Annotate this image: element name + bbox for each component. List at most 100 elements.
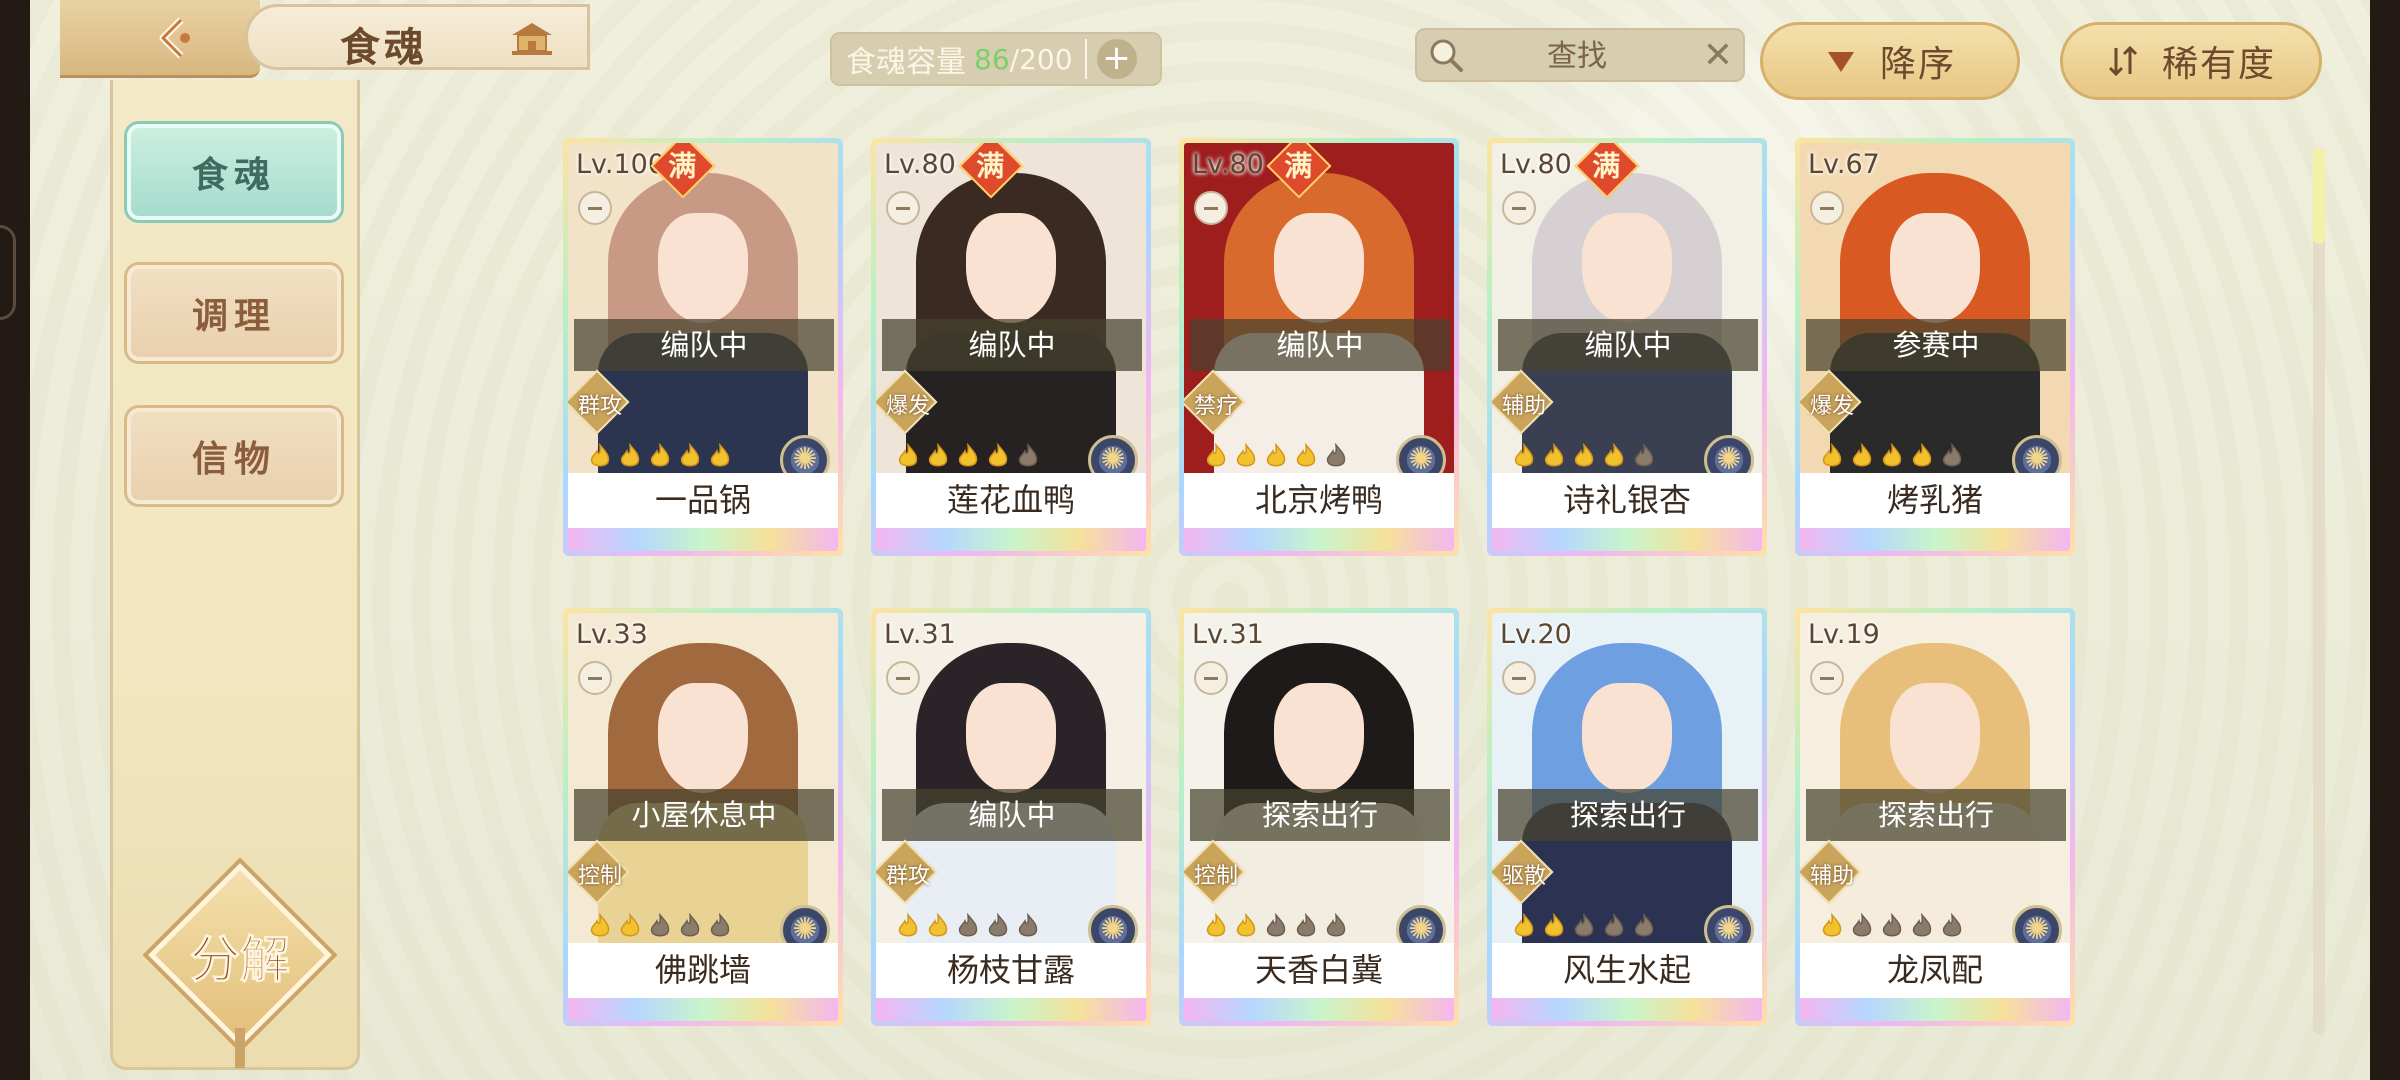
- status-banner: 参赛中: [1806, 319, 2066, 371]
- expand-capacity-button[interactable]: +: [1096, 39, 1137, 79]
- device-edge-right: [2370, 0, 2400, 1080]
- food-soul-name: 杨枝甘露: [876, 943, 1146, 998]
- role-label: 辅助: [1809, 864, 1854, 889]
- max-level-text: 满: [668, 149, 697, 183]
- decompose-button[interactable]: 分解: [145, 860, 335, 1068]
- food-soul-name: 一品锅: [568, 473, 838, 528]
- role-badge: 群攻: [876, 839, 944, 905]
- role-badge: 辅助: [1492, 369, 1560, 435]
- status-banner: 编队中: [882, 319, 1142, 371]
- role-label: 群攻: [885, 864, 930, 889]
- lock-toggle-icon[interactable]: [886, 661, 920, 695]
- star-flame-filled-icon: [680, 443, 700, 467]
- page-title: 食魂: [340, 24, 428, 71]
- back-button[interactable]: [148, 12, 206, 64]
- portrait-face: [1274, 213, 1364, 323]
- star-flame-empty-icon: [1266, 913, 1286, 937]
- capacity-divider: [1084, 39, 1087, 79]
- food-soul-card[interactable]: Lv.100 满 编队中 群攻 一品锅: [563, 138, 843, 556]
- sort-down-icon: [1827, 52, 1854, 72]
- food-soul-card[interactable]: Lv.80 满 编队中 禁疗 北京烤鸭: [1179, 138, 1459, 556]
- role-label: 群攻: [577, 394, 622, 419]
- capacity-display: 食魂容量 86 / 200 +: [830, 32, 1162, 86]
- lock-toggle-icon[interactable]: [1810, 191, 1844, 225]
- level-label: Lv.20: [1500, 619, 1572, 650]
- lock-toggle-icon[interactable]: [1194, 661, 1228, 695]
- portrait-face: [658, 683, 748, 793]
- star-rating: [1204, 443, 1354, 469]
- food-soul-card[interactable]: Lv.20 探索出行 驱散 风生水起: [1487, 608, 1767, 1026]
- device-edge-left: [0, 0, 30, 1080]
- camera-notch: [0, 225, 16, 320]
- role-label: 爆发: [885, 394, 930, 419]
- level-label: Lv.19: [1808, 619, 1880, 650]
- search-input[interactable]: [1477, 36, 1677, 76]
- card-inner: Lv.19 探索出行 辅助 龙凤配: [1800, 613, 2070, 1021]
- card-inner: Lv.20 探索出行 驱散 风生水起: [1492, 613, 1762, 1021]
- rainbow-frame-strip: [1492, 998, 1762, 1021]
- lock-toggle-icon[interactable]: [1502, 661, 1536, 695]
- tab-food-souls-label: 食魂: [191, 154, 276, 196]
- tab-food-souls[interactable]: 食魂: [127, 124, 341, 220]
- food-soul-name: 诗礼银杏: [1492, 473, 1762, 528]
- category-sidebar: 食魂 调理 信物 分解: [110, 80, 360, 1070]
- portrait-face: [658, 213, 748, 323]
- lock-toggle-icon[interactable]: [886, 191, 920, 225]
- scrollbar-thumb[interactable]: [2313, 148, 2325, 244]
- grid-scrollbar[interactable]: [2313, 148, 2325, 1034]
- search-box: ✕: [1415, 28, 1745, 82]
- star-flame-empty-icon: [958, 913, 978, 937]
- star-flame-filled-icon: [650, 443, 670, 467]
- tab-cooking[interactable]: 调理: [127, 265, 341, 361]
- role-badge: 禁疗: [1184, 369, 1252, 435]
- food-soul-card[interactable]: Lv.33 小屋休息中 控制 佛跳墙: [563, 608, 843, 1026]
- food-soul-name: 风生水起: [1492, 943, 1762, 998]
- food-soul-name: 龙凤配: [1800, 943, 2070, 998]
- decompose-label: 分解: [190, 930, 291, 990]
- star-flame-empty-icon: [1326, 443, 1346, 467]
- lock-toggle-icon[interactable]: [1502, 191, 1536, 225]
- lock-toggle-icon[interactable]: [578, 191, 612, 225]
- tab-tokens[interactable]: 信物: [127, 408, 341, 504]
- clear-search-icon[interactable]: ✕: [1703, 36, 1733, 76]
- role-badge: 控制: [1184, 839, 1252, 905]
- star-flame-filled-icon: [928, 913, 948, 937]
- home-icon[interactable]: [508, 19, 556, 59]
- card-inner: Lv.33 小屋休息中 控制 佛跳墙: [568, 613, 838, 1021]
- portrait-face: [1890, 683, 1980, 793]
- food-soul-card[interactable]: Lv.31 编队中 群攻 杨枝甘露: [871, 608, 1151, 1026]
- food-soul-name: 莲花血鸭: [876, 473, 1146, 528]
- star-flame-filled-icon: [620, 443, 640, 467]
- portrait-face: [966, 683, 1056, 793]
- food-soul-card[interactable]: Lv.80 满 编队中 辅助 诗礼银杏: [1487, 138, 1767, 556]
- star-flame-filled-icon: [1574, 443, 1594, 467]
- lock-toggle-icon[interactable]: [578, 661, 612, 695]
- food-soul-card[interactable]: Lv.67 参赛中 爆发 烤乳猪: [1795, 138, 2075, 556]
- role-label: 禁疗: [1193, 394, 1238, 419]
- level-label: Lv.31: [884, 619, 956, 650]
- capacity-separator: /: [1009, 42, 1020, 76]
- role-label: 驱散: [1501, 864, 1546, 889]
- food-soul-card[interactable]: Lv.80 满 编队中 爆发 莲花血鸭: [871, 138, 1151, 556]
- star-rating: [1204, 913, 1354, 939]
- lock-toggle-icon[interactable]: [1194, 191, 1228, 225]
- star-flame-filled-icon: [928, 443, 948, 467]
- star-flame-empty-icon: [1018, 443, 1038, 467]
- capacity-max: 200: [1019, 42, 1073, 76]
- rainbow-frame-strip: [1800, 528, 2070, 551]
- portrait-face: [1274, 683, 1364, 793]
- card-inner: Lv.31 编队中 群攻 杨枝甘露: [876, 613, 1146, 1021]
- lock-toggle-icon[interactable]: [1810, 661, 1844, 695]
- food-soul-name: 天香白冀: [1184, 943, 1454, 998]
- status-banner: 小屋休息中: [574, 789, 834, 841]
- rainbow-frame-strip: [568, 998, 838, 1021]
- level-label: Lv.67: [1808, 149, 1880, 180]
- star-flame-filled-icon: [710, 443, 730, 467]
- food-soul-card[interactable]: Lv.19 探索出行 辅助 龙凤配: [1795, 608, 2075, 1026]
- sort-by-rarity-button[interactable]: 稀有度: [2060, 22, 2322, 100]
- star-flame-filled-icon: [1604, 443, 1624, 467]
- star-flame-filled-icon: [1544, 443, 1564, 467]
- sort-order-button[interactable]: 降序: [1760, 22, 2020, 100]
- food-soul-card[interactable]: Lv.31 探索出行 控制 天香白冀: [1179, 608, 1459, 1026]
- star-flame-filled-icon: [1206, 913, 1226, 937]
